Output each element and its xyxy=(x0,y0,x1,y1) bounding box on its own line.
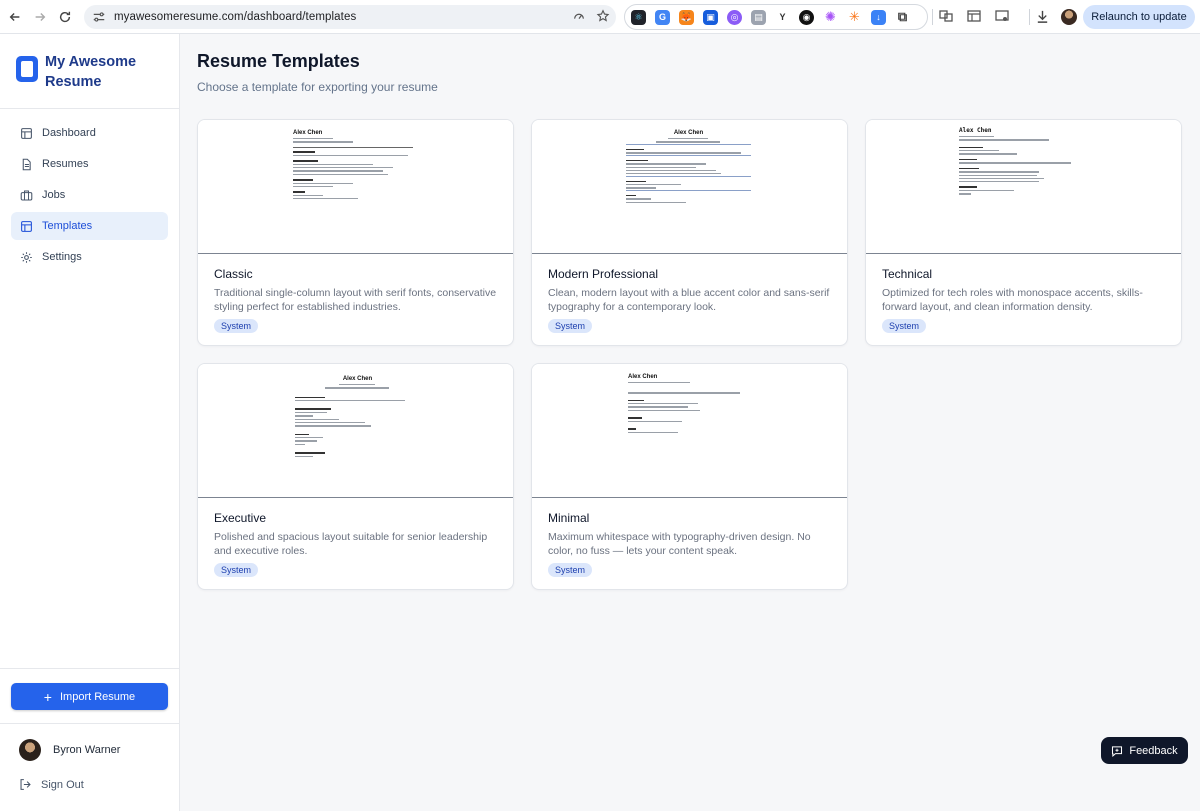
feedback-label: Feedback xyxy=(1129,744,1178,757)
template-preview: Alex Chen xyxy=(532,120,847,254)
sidebar-item-dashboard[interactable]: Dashboard xyxy=(11,119,168,147)
relaunch-button[interactable]: Relaunch to update xyxy=(1083,5,1195,29)
bitwarden-icon[interactable]: ▣ xyxy=(703,9,718,25)
template-description: Polished and spacious layout suitable fo… xyxy=(214,531,488,557)
template-description: Traditional single-column layout with se… xyxy=(214,287,497,313)
system-badge: System xyxy=(548,563,593,577)
reading-mode-icon[interactable] xyxy=(966,8,982,24)
sidebar: My Awesome Resume Dashboard Resumes Jobs… xyxy=(0,34,180,811)
sign-out-label: Sign Out xyxy=(41,778,84,791)
reload-icon[interactable] xyxy=(53,5,77,29)
sidebar-item-resumes[interactable]: Resumes xyxy=(11,150,168,178)
template-name: Modern Professional xyxy=(548,267,659,281)
sidebar-item-templates[interactable]: Templates xyxy=(11,212,168,240)
template-name: Executive xyxy=(214,511,267,525)
sidebar-item-label: Settings xyxy=(42,251,82,263)
system-badge: System xyxy=(882,319,927,333)
system-badge: System xyxy=(214,319,259,333)
site-settings-icon[interactable] xyxy=(92,10,106,24)
template-description: Optimized for tech roles with monospace … xyxy=(882,287,1143,313)
extensions-puzzle-icon[interactable]: ⧉ xyxy=(895,9,910,25)
extension-purple-icon[interactable]: ◎ xyxy=(727,9,742,25)
template-preview: Alex Chen xyxy=(532,364,847,498)
sidebar-divider xyxy=(0,723,179,724)
downloads-icon[interactable] xyxy=(1035,9,1050,24)
sidebar-divider xyxy=(0,108,179,109)
extension-dark-icon[interactable]: ◉ xyxy=(799,9,814,25)
template-description: Clean, modern layout with a blue accent … xyxy=(548,287,830,313)
sidebar-item-label: Jobs xyxy=(42,189,66,201)
app-window: My Awesome Resume Dashboard Resumes Jobs… xyxy=(0,34,1200,811)
brand-logo-icon xyxy=(16,56,38,82)
extension-gray-icon[interactable]: ▤ xyxy=(751,9,766,25)
performance-icon[interactable] xyxy=(572,9,586,23)
address-bar[interactable]: myawesomeresume.com/dashboard/templates xyxy=(84,5,616,29)
profile-avatar-icon[interactable] xyxy=(1061,9,1077,25)
sidebar-divider xyxy=(0,668,179,669)
feedback-button[interactable]: Feedback xyxy=(1101,737,1188,764)
sign-out-icon xyxy=(20,779,31,790)
import-resume-button[interactable]: + Import Resume xyxy=(11,683,168,710)
layout-icon xyxy=(21,127,32,139)
sidebar-item-label: Templates xyxy=(42,220,93,232)
gear-icon xyxy=(21,251,32,263)
user-profile[interactable]: Byron Warner xyxy=(19,739,120,761)
extension-gear-icon[interactable]: ✺ xyxy=(823,9,838,25)
translate-icon[interactable]: G xyxy=(655,9,670,25)
forward-icon[interactable] xyxy=(28,5,52,29)
avatar xyxy=(19,739,41,761)
template-card-modern-professional[interactable]: Alex Chen Modern Professional Clean, mod… xyxy=(531,119,848,346)
extension-fork-icon[interactable]: Y xyxy=(775,9,790,25)
sidebar-item-label: Dashboard xyxy=(42,127,96,139)
brand-name: My Awesome Resume xyxy=(45,54,137,90)
template-name: Technical xyxy=(882,267,933,281)
preview-name: Alex Chen xyxy=(959,127,992,134)
translate-page-icon[interactable] xyxy=(938,8,954,24)
toolbar-separator xyxy=(932,9,933,25)
sidebar-item-settings[interactable]: Settings xyxy=(11,243,168,271)
preview-name: Alex Chen xyxy=(342,376,373,382)
template-preview: Alex Chen xyxy=(866,120,1181,254)
plus-icon: + xyxy=(43,688,52,705)
bookmark-star-icon[interactable] xyxy=(596,9,610,23)
template-name: Classic xyxy=(214,267,253,281)
layout-icon xyxy=(21,220,32,232)
template-card-technical[interactable]: Alex Chen Technical Optimized for tech r… xyxy=(865,119,1182,346)
system-badge: System xyxy=(214,563,259,577)
sidebar-item-label: Resumes xyxy=(42,158,89,170)
back-icon[interactable] xyxy=(3,5,27,29)
react-devtools-icon[interactable]: ⚛ xyxy=(631,9,646,25)
browser-toolbar: myawesomeresume.com/dashboard/templates … xyxy=(0,0,1200,34)
sidebar-nav: Dashboard Resumes Jobs Templates Setting… xyxy=(11,119,168,274)
preview-name: Alex Chen xyxy=(673,130,704,136)
template-description: Maximum whitespace with typography-drive… xyxy=(548,531,811,557)
toolbar-separator xyxy=(1029,9,1030,25)
template-card-minimal[interactable]: Alex Chen Minimal Maximum whitespace wit… xyxy=(531,363,848,590)
system-badge: System xyxy=(548,319,593,333)
import-resume-label: Import Resume xyxy=(59,690,136,703)
sign-out-button[interactable]: Sign Out xyxy=(19,778,84,791)
url-text: myawesomeresume.com/dashboard/templates xyxy=(114,11,357,23)
preview-name: Alex Chen xyxy=(293,130,323,136)
template-preview: Alex Chen xyxy=(198,120,513,254)
extension-download-icon[interactable]: ↓ xyxy=(871,9,886,25)
briefcase-icon xyxy=(20,190,33,200)
preview-name: Alex Chen xyxy=(628,374,658,380)
page-subtitle: Choose a template for exporting your res… xyxy=(197,80,438,94)
extension-sun-icon[interactable]: ✳ xyxy=(847,9,862,25)
template-card-classic[interactable]: Alex Chen Classic Traditional single-col… xyxy=(197,119,514,346)
sidebar-item-jobs[interactable]: Jobs xyxy=(11,181,168,209)
screen-cast-icon[interactable] xyxy=(994,8,1010,24)
main-content: Resume Templates Choose a template for e… xyxy=(180,34,1200,811)
brand[interactable]: My Awesome Resume xyxy=(16,52,145,92)
template-card-executive[interactable]: Alex Chen Executive Polished and spaciou… xyxy=(197,363,514,590)
page-title: Resume Templates xyxy=(197,51,360,71)
user-name: Byron Warner xyxy=(53,744,121,756)
feedback-icon xyxy=(1112,745,1123,757)
document-icon xyxy=(22,158,31,170)
extensions-tray: ⚛ G 🦊 ▣ ◎ ▤ Y ◉ ✺ ✳ ↓ ⧉ xyxy=(624,4,928,30)
template-preview: Alex Chen xyxy=(198,364,513,498)
template-name: Minimal xyxy=(548,511,590,525)
metamask-icon[interactable]: 🦊 xyxy=(679,9,694,25)
